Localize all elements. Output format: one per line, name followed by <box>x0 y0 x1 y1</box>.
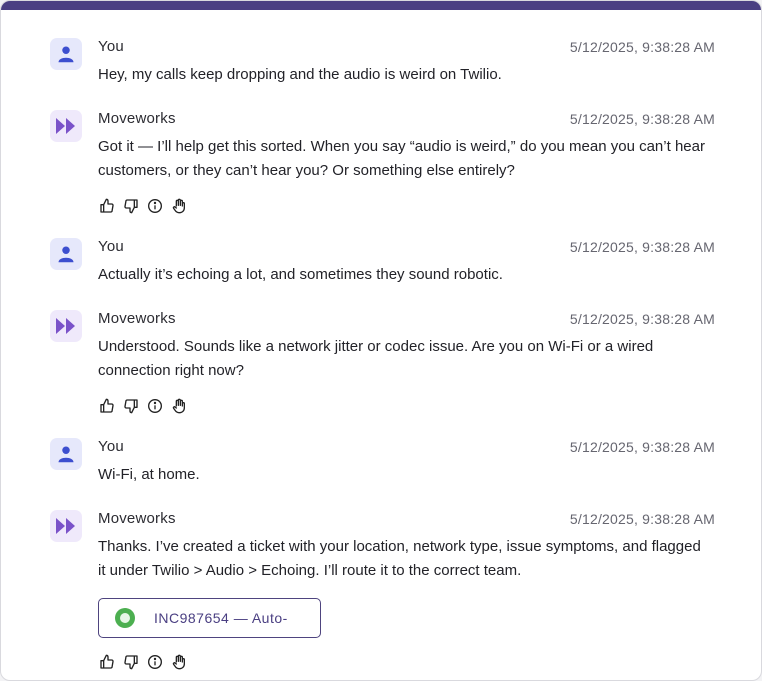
message-timestamp: 5/12/2025, 9:38:28 AM <box>569 239 715 255</box>
sender-name: Moveworks <box>98 510 176 527</box>
message-text: Wi-Fi, at home. <box>98 466 200 483</box>
message-timestamp: 5/12/2025, 9:38:28 AM <box>569 111 715 127</box>
message-text: Understood. Sounds like a network jitter… <box>98 338 654 379</box>
chat-panel: You 5/12/2025, 9:38:28 AM Hey, my calls … <box>0 0 762 681</box>
sender-name: You <box>98 238 124 255</box>
info-icon[interactable] <box>146 653 164 671</box>
person-icon <box>58 46 74 63</box>
message-text: Thanks. I’ve created a ticket with your … <box>98 538 701 579</box>
message-text: Got it — I’ll help get this sorted. When… <box>98 138 705 179</box>
info-icon[interactable] <box>146 397 164 415</box>
moveworks-logo-icon <box>56 118 75 134</box>
sender-name: You <box>98 38 124 55</box>
thumbs-down-icon[interactable] <box>122 397 140 415</box>
bot-avatar <box>50 510 82 542</box>
feedback-actions <box>98 197 188 215</box>
message-bot: Moveworks 5/12/2025, 9:38:28 AM Understo… <box>50 310 720 420</box>
person-icon <box>58 446 74 463</box>
moveworks-logo-icon <box>56 518 75 534</box>
message-bot: Moveworks 5/12/2025, 9:38:28 AM Thanks. … <box>50 510 720 675</box>
message-timestamp: 5/12/2025, 9:38:28 AM <box>569 311 715 327</box>
message-text: Actually it’s echoing a lot, and sometim… <box>98 266 503 283</box>
feedback-actions <box>98 397 188 415</box>
message-timestamp: 5/12/2025, 9:38:28 AM <box>569 511 715 527</box>
message-user: You 5/12/2025, 9:38:28 AM Hey, my calls … <box>50 38 720 88</box>
feedback-actions <box>98 653 188 671</box>
top-accent-bar <box>1 1 761 10</box>
sender-name: You <box>98 438 124 455</box>
person-icon <box>58 246 74 263</box>
ticket-status-icon <box>115 608 135 628</box>
user-avatar <box>50 38 82 70</box>
thumbs-down-icon[interactable] <box>122 653 140 671</box>
message-timestamp: 5/12/2025, 9:38:28 AM <box>569 39 715 55</box>
hand-raise-icon[interactable] <box>170 197 188 215</box>
ticket-label: INC987654 — Auto- <box>154 610 288 626</box>
hand-raise-icon[interactable] <box>170 397 188 415</box>
ticket-button[interactable]: INC987654 — Auto- <box>98 598 321 638</box>
thumbs-down-icon[interactable] <box>122 197 140 215</box>
thumbs-up-icon[interactable] <box>98 197 116 215</box>
message-text: Hey, my calls keep dropping and the audi… <box>98 66 502 83</box>
message-bot: Moveworks 5/12/2025, 9:38:28 AM Got it —… <box>50 110 720 220</box>
bot-avatar <box>50 110 82 142</box>
user-avatar <box>50 238 82 270</box>
message-timestamp: 5/12/2025, 9:38:28 AM <box>569 439 715 455</box>
sender-name: Moveworks <box>98 310 176 327</box>
bot-avatar <box>50 310 82 342</box>
message-user: You 5/12/2025, 9:38:28 AM Actually it’s … <box>50 238 720 288</box>
user-avatar <box>50 438 82 470</box>
message-user: You 5/12/2025, 9:38:28 AM Wi-Fi, at home… <box>50 438 720 488</box>
sender-name: Moveworks <box>98 110 176 127</box>
hand-raise-icon[interactable] <box>170 653 188 671</box>
moveworks-logo-icon <box>56 318 75 334</box>
thumbs-up-icon[interactable] <box>98 397 116 415</box>
thumbs-up-icon[interactable] <box>98 653 116 671</box>
info-icon[interactable] <box>146 197 164 215</box>
